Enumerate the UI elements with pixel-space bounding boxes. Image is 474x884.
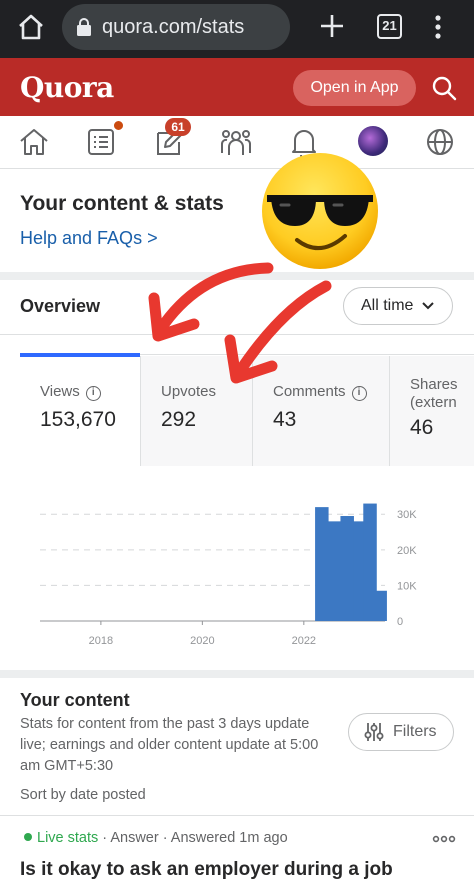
live-dot-icon — [24, 833, 32, 841]
tab-switcher-button[interactable]: 21 — [377, 14, 402, 39]
quora-logo[interactable]: Quora — [20, 71, 114, 104]
page-title: Your content & stats — [20, 192, 224, 215]
sliders-icon — [364, 723, 384, 741]
live-stats-label: Live stats — [37, 830, 99, 846]
stat-label: Comments — [273, 383, 346, 400]
language-icon[interactable] — [423, 125, 457, 159]
content-type-time: · Answer · Answered 1m ago — [102, 830, 288, 846]
stat-label: Upvotes — [161, 383, 217, 400]
section-separator — [0, 272, 474, 280]
content-meta: Live stats · Answer · Answered 1m ago — [24, 830, 288, 846]
sort-select[interactable]: Sort by date posted — [20, 787, 146, 803]
search-icon[interactable] — [431, 75, 457, 101]
info-icon[interactable]: i — [85, 386, 101, 401]
y-tick-label: 0 — [397, 616, 403, 628]
home-icon[interactable] — [16, 12, 46, 42]
stat-comments-tab[interactable]: Comments i 43 — [252, 356, 389, 466]
views-chart: 0 10K 20K 30K 2018 2020 2022 — [40, 503, 417, 647]
your-content-heading: Your content — [20, 690, 130, 710]
home-icon[interactable] — [17, 125, 51, 159]
overview-heading: Overview — [20, 296, 101, 316]
chart-bar — [315, 507, 329, 621]
content-question-title[interactable]: Is it okay to ask an employer during a j… — [20, 859, 393, 881]
address-bar[interactable]: quora.com/stats — [62, 4, 290, 50]
chevron-down-icon — [422, 302, 435, 310]
stat-shares-tab[interactable]: Shares (extern 46 — [389, 356, 474, 466]
y-tick-label: 20K — [397, 545, 417, 557]
section-separator — [0, 670, 474, 678]
x-tick-label: 2020 — [190, 635, 214, 647]
help-link[interactable]: Help and FAQs > — [20, 228, 158, 249]
answer-icon[interactable] — [84, 125, 118, 159]
stat-label-2: (extern — [410, 394, 457, 411]
site-header: Quora Open in App — [0, 58, 474, 116]
stat-value: 292 — [161, 408, 197, 431]
your-content-description: Stats for content from the past 3 days u… — [20, 716, 319, 774]
stat-value: 153,670 — [40, 408, 116, 431]
stat-value: 46 — [410, 416, 434, 439]
stat-label: Views — [40, 383, 80, 400]
x-tick-label: 2018 — [89, 635, 113, 647]
chart-bar — [327, 521, 342, 621]
browser-toolbar: quora.com/stats 21 — [0, 0, 474, 58]
sunglasses-emoji-icon — [262, 153, 378, 269]
time-range-label: All time — [361, 297, 414, 314]
more-horiz-icon[interactable] — [432, 834, 456, 844]
stat-value: 43 — [273, 408, 297, 431]
open-in-app-button[interactable]: Open in App — [293, 70, 416, 106]
divider — [0, 815, 474, 816]
notifications-badge: 61 — [165, 118, 191, 136]
y-tick-label: 10K — [397, 580, 417, 592]
more-vert-icon[interactable] — [430, 12, 446, 42]
filters-label: Filters — [393, 723, 437, 740]
chart-bar — [373, 590, 387, 621]
new-tab-icon[interactable] — [318, 10, 346, 42]
chart-bar — [340, 516, 354, 621]
x-tick-label: 2022 — [292, 635, 316, 647]
time-range-select[interactable]: All time — [343, 287, 453, 325]
spaces-icon[interactable] — [219, 125, 253, 159]
main-nav — [0, 116, 474, 169]
stat-label: Shares — [410, 376, 458, 393]
selected-tab-indicator — [20, 353, 140, 357]
stat-upvotes-tab[interactable]: Upvotes 292 — [140, 356, 252, 466]
info-icon[interactable]: i — [351, 386, 367, 401]
lock-icon — [77, 18, 91, 36]
answer-notification-dot — [113, 120, 124, 131]
y-tick-label: 30K — [397, 509, 417, 521]
stat-views-tab[interactable]: Views i 153,670 — [20, 356, 140, 466]
divider — [0, 334, 474, 335]
url-text: quora.com/stats — [102, 15, 245, 38]
filters-button[interactable]: Filters — [348, 713, 454, 751]
